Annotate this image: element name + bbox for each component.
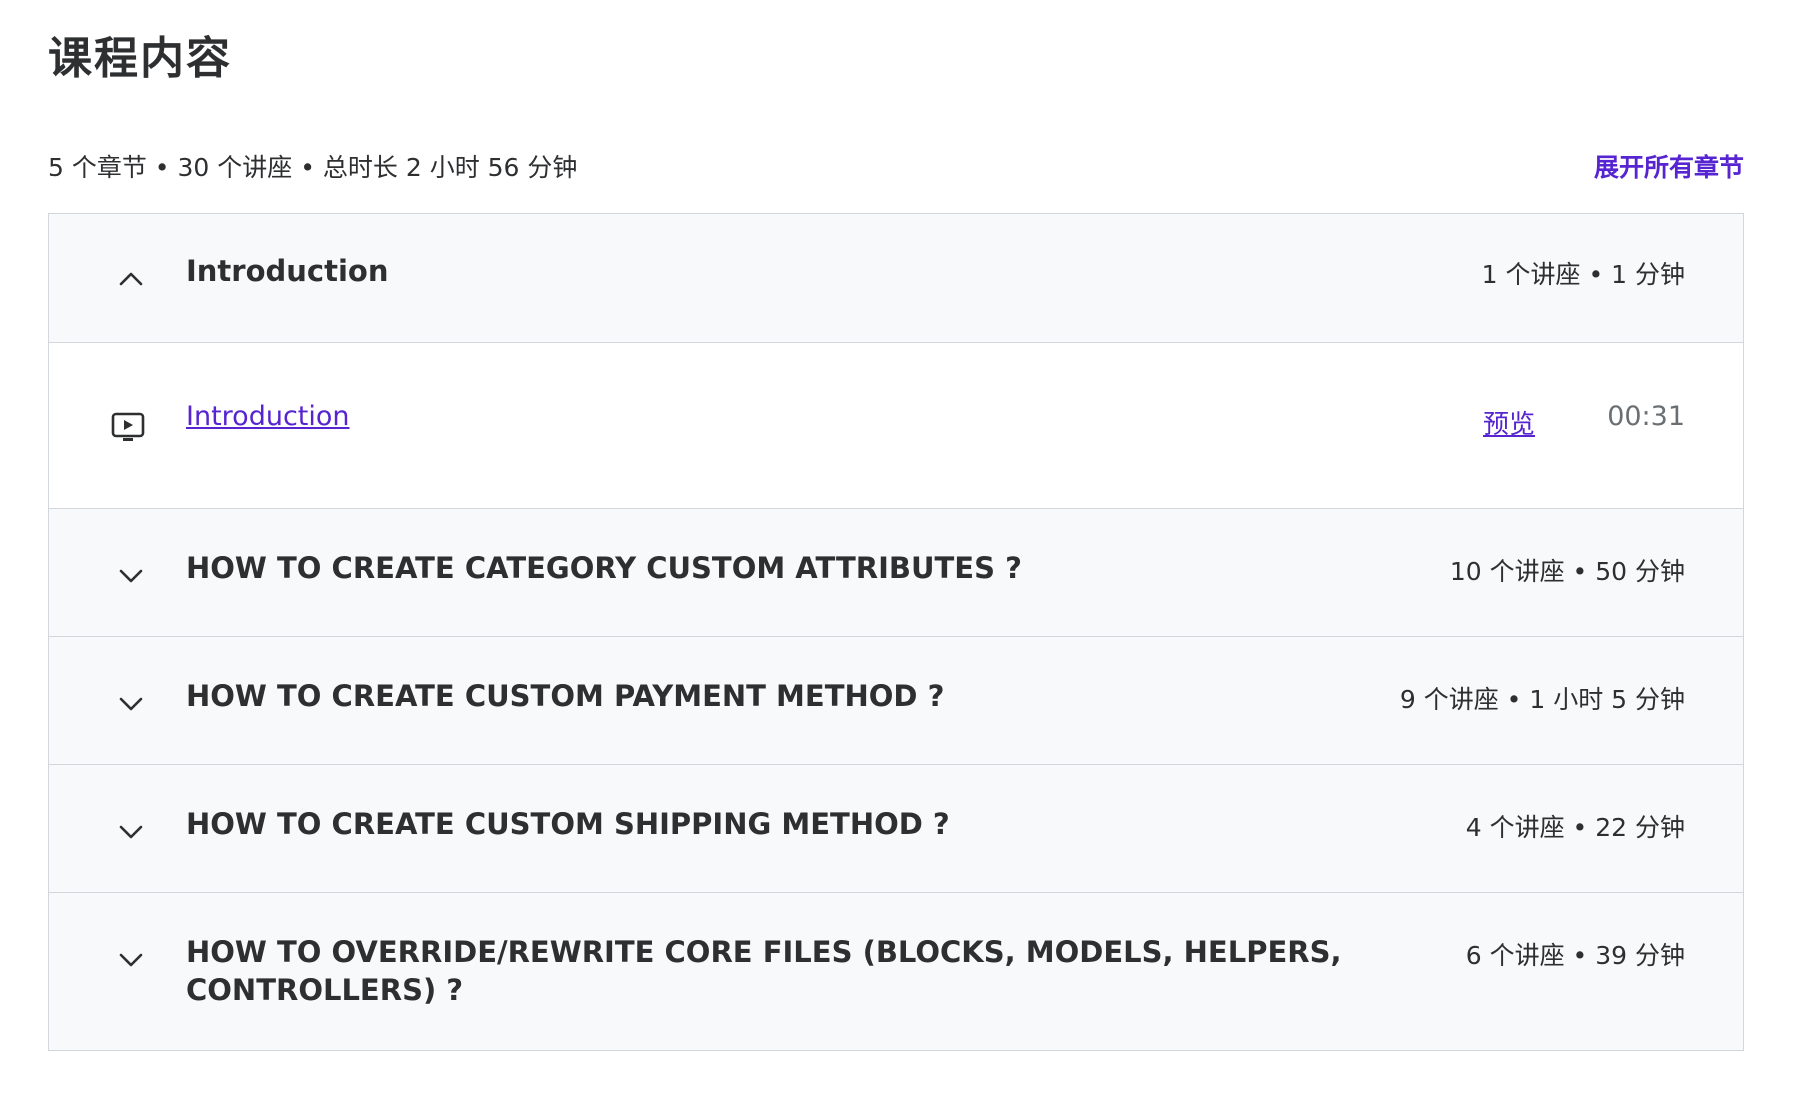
curriculum-accordion: Introduction 1 个讲座 • 1 分钟 Introduction 预… [48,213,1744,1051]
chevron-down-icon [117,565,145,587]
section-meta: 4 个讲座 • 22 分钟 [1465,813,1685,842]
course-content-page: 课程内容 5 个章节 • 30 个讲座 • 总时长 2 小时 56 分钟 展开所… [0,0,1794,1096]
section-header-shipping-method[interactable]: HOW TO CREATE CUSTOM SHIPPING METHOD ? 4… [49,765,1743,893]
section-meta: 9 个讲座 • 1 小时 5 分钟 [1399,685,1685,714]
lecture-row: Introduction 预览 00:31 [49,343,1743,509]
course-summary: 5 个章节 • 30 个讲座 • 总时长 2 小时 56 分钟 [48,153,578,182]
section-title: Introduction [186,254,389,288]
expand-all-sections-button[interactable]: 展开所有章节 [1594,148,1744,184]
section-meta: 6 个讲座 • 39 分钟 [1465,941,1685,970]
section-title: HOW TO CREATE CUSTOM PAYMENT METHOD ? [186,679,945,713]
page-title: 课程内容 [48,33,232,84]
section-title: HOW TO CREATE CUSTOM SHIPPING METHOD ? [186,807,950,841]
chevron-down-icon [117,949,145,971]
section-meta: 1 个讲座 • 1 分钟 [1481,260,1685,289]
lecture-duration: 00:31 [1607,401,1685,432]
section-header-category-attributes[interactable]: HOW TO CREATE CATEGORY CUSTOM ATTRIBUTES… [49,509,1743,637]
section-title: HOW TO OVERRIDE/REWRITE CORE FILES (BLOC… [186,935,1342,1007]
chevron-down-icon [117,693,145,715]
chevron-up-icon [117,268,145,290]
preview-link[interactable]: 预览 [1483,404,1535,441]
section-title: HOW TO CREATE CATEGORY CUSTOM ATTRIBUTES… [186,551,1022,585]
section-header-override-core-files[interactable]: HOW TO OVERRIDE/REWRITE CORE FILES (BLOC… [49,893,1743,1050]
summary-row: 5 个章节 • 30 个讲座 • 总时长 2 小时 56 分钟 展开所有章节 [48,148,1744,184]
lecture-link[interactable]: Introduction [186,401,350,432]
section-header-introduction[interactable]: Introduction 1 个讲座 • 1 分钟 [49,214,1743,343]
video-icon [111,411,145,443]
section-meta: 10 个讲座 • 50 分钟 [1449,557,1685,586]
section-header-payment-method[interactable]: HOW TO CREATE CUSTOM PAYMENT METHOD ? 9 … [49,637,1743,765]
chevron-down-icon [117,821,145,843]
